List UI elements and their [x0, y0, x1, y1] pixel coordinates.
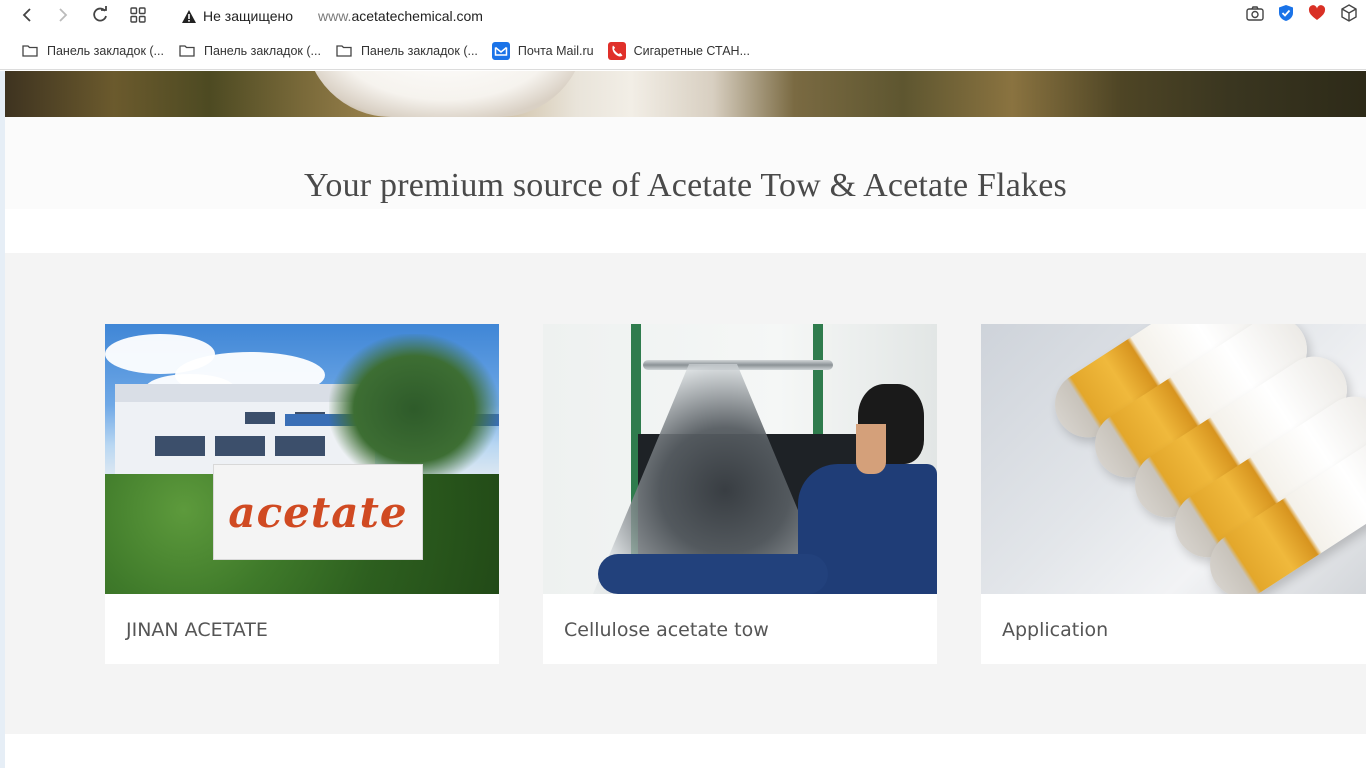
bookmark-label: Панель закладок (... [47, 43, 164, 58]
bookmark-label: Сигаретные СТАН... [633, 43, 750, 58]
worker [598, 384, 937, 594]
products-section: acetate JINAN ACETATE Cellulose acetate … [5, 253, 1366, 734]
bookmark-label: Панель закладок (... [360, 43, 478, 58]
browser-toolbar: Не защищено www. acetatechemical.com [0, 0, 1366, 32]
chevron-left-icon [22, 8, 31, 22]
card-title[interactable]: Application [1002, 619, 1108, 641]
bookmark-cigarette-machines[interactable]: Сигаретные СТАН... [607, 41, 750, 60]
screenshot-button[interactable] [1246, 5, 1264, 26]
phone-icon [607, 41, 626, 60]
folder-icon [335, 42, 353, 60]
section-spacer [5, 734, 1366, 768]
bookmark-folder-1[interactable]: Панель закладок (... [21, 42, 164, 60]
toolbar-right-icons [1246, 3, 1358, 27]
worker-arm [598, 554, 828, 594]
bookmark-folder-3[interactable]: Панель закладок (... [335, 42, 478, 60]
address-bar[interactable]: www. acetatechemical.com [318, 6, 483, 26]
tow-production-image[interactable] [543, 324, 937, 594]
trees [329, 334, 499, 484]
bookmark-label: Панель закладок (... [203, 43, 321, 58]
reload-icon [93, 6, 107, 22]
building-window [245, 412, 275, 424]
cube-icon [1341, 3, 1357, 22]
chevron-right-icon [59, 8, 68, 22]
forward-button[interactable] [52, 4, 74, 26]
card-title[interactable]: JINAN ACETATE [126, 619, 268, 641]
folder-icon [178, 42, 196, 60]
url-prefix: www. [318, 8, 352, 24]
back-button[interactable] [16, 4, 38, 26]
page-tagline: Your premium source of Acetate Tow & Ace… [304, 167, 1067, 204]
heart-icon [1308, 4, 1326, 20]
card-title[interactable]: Cellulose acetate tow [564, 619, 769, 641]
bookmark-mail-ru[interactable]: Почта Mail.ru [491, 41, 594, 60]
hero-banner-image [5, 71, 1366, 117]
acetate-sign: acetate [213, 464, 423, 560]
factory-image[interactable]: acetate [105, 324, 499, 594]
building-window [275, 436, 325, 456]
camera-icon [1246, 5, 1264, 21]
grid-icon [130, 7, 146, 23]
cigarette-filters-image[interactable] [981, 324, 1366, 594]
card-application[interactable]: Application [981, 324, 1366, 664]
web-page: Your premium source of Acetate Tow & Ace… [0, 71, 1366, 768]
building-window [215, 436, 265, 456]
folder-icon [21, 42, 39, 60]
mail-ru-icon [491, 41, 510, 60]
sign-text: acetate [228, 487, 408, 537]
shield-check-icon [1279, 4, 1293, 21]
bookmark-folder-2[interactable]: Панель закладок (... [178, 42, 321, 60]
worker-face [856, 424, 886, 474]
security-label: Не защищено [203, 8, 293, 24]
card-jinan-acetate[interactable]: acetate JINAN ACETATE [105, 324, 499, 664]
tagline-section: Your premium source of Acetate Tow & Ace… [5, 117, 1366, 209]
protection-button[interactable] [1278, 4, 1294, 27]
bookmarks-bar: Панель закладок (... Панель закладок (..… [0, 32, 1366, 70]
building-window [155, 436, 205, 456]
warning-icon [182, 9, 196, 23]
security-indicator[interactable]: Не защищено [181, 6, 293, 26]
acetate-fiber-burst [305, 71, 585, 117]
favorites-button[interactable] [1308, 4, 1326, 26]
bookmark-label: Почта Mail.ru [517, 43, 594, 58]
url-domain: acetatechemical.com [351, 8, 483, 24]
extensions-button[interactable] [1340, 3, 1358, 27]
speed-dial-button[interactable] [127, 4, 149, 26]
reload-button[interactable] [89, 4, 111, 26]
card-cellulose-acetate-tow[interactable]: Cellulose acetate tow [543, 324, 937, 664]
